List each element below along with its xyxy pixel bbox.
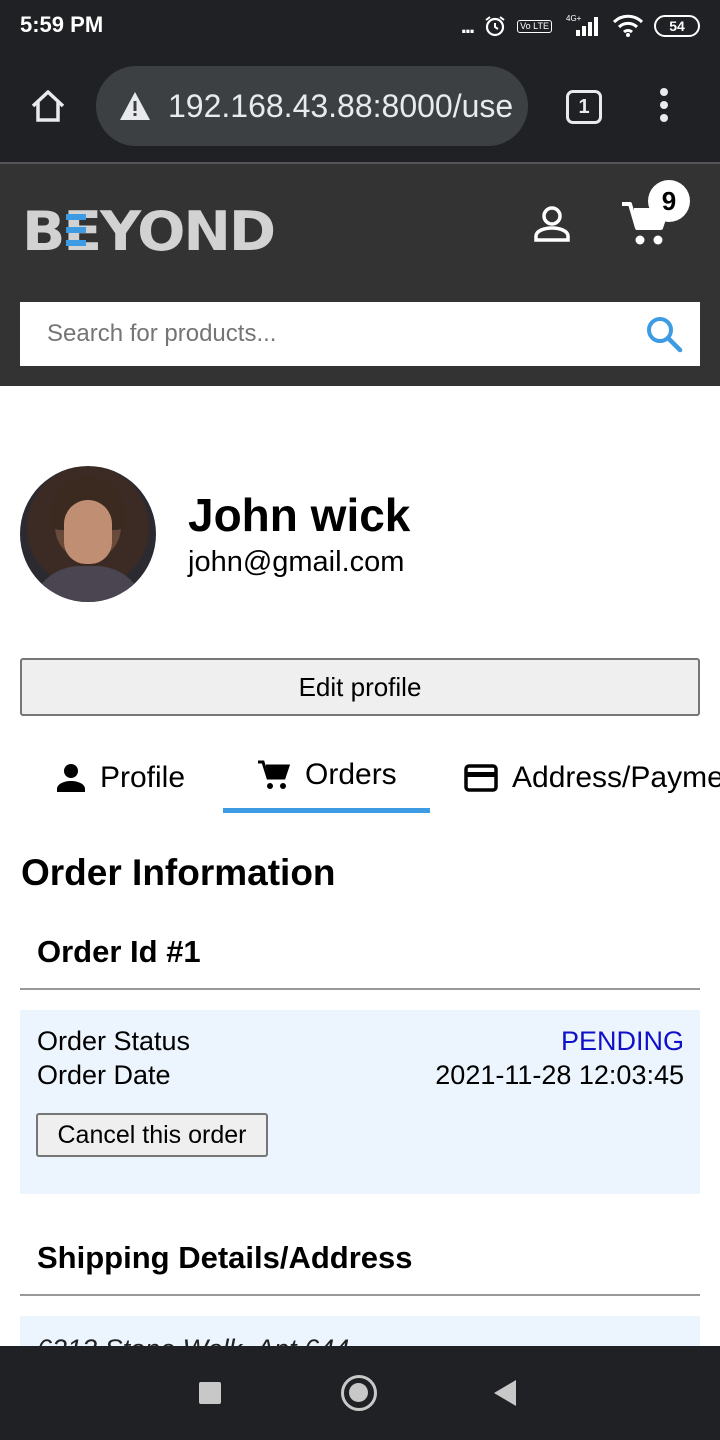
order-id-label: Order Id #1 xyxy=(37,934,201,969)
back-button[interactable] xyxy=(494,1380,516,1406)
shipping-title: Shipping Details/Address xyxy=(37,1240,413,1275)
url-text[interactable]: 192.168.43.88:8000/use xyxy=(168,88,512,125)
logo-text: BEYOND xyxy=(22,200,274,260)
profile-name: John wick xyxy=(188,489,411,541)
notification-dots: ... xyxy=(460,13,475,38)
network-type: 4G+ xyxy=(566,14,582,23)
avatar xyxy=(20,466,156,602)
account-icon[interactable] xyxy=(532,204,572,244)
home-button[interactable] xyxy=(341,1375,377,1411)
wifi-icon xyxy=(612,14,644,37)
recents-button[interactable] xyxy=(199,1382,221,1404)
edit-profile-button[interactable]: Edit profile xyxy=(20,658,700,716)
cart-count-badge[interactable]: 9 xyxy=(648,180,690,222)
site-header: BEYOND 9 xyxy=(0,162,720,386)
status-bar: 5:59 PM ... Vo LTE 4G+ 54 xyxy=(0,0,720,52)
cart-icon xyxy=(258,760,291,789)
home-icon[interactable] xyxy=(28,86,68,126)
not-secure-warning-icon[interactable] xyxy=(118,90,152,122)
credit-card-icon xyxy=(464,764,498,792)
url-bar[interactable]: 192.168.43.88:8000/use xyxy=(96,66,528,146)
overflow-menu-icon[interactable] xyxy=(654,88,674,128)
order-date-label: Order Date xyxy=(37,1060,171,1090)
alarm-icon xyxy=(485,16,505,37)
system-navigation-bar xyxy=(0,1346,720,1440)
battery-indicator: 54 xyxy=(654,15,700,37)
person-icon xyxy=(57,764,85,792)
volte-icon: Vo LTE xyxy=(517,19,552,33)
shipping-heading: Shipping Details/Address xyxy=(20,1240,700,1296)
brand-logo[interactable]: BEYOND xyxy=(22,200,278,260)
cancel-order-button[interactable]: Cancel this order xyxy=(36,1113,268,1157)
search-icon[interactable] xyxy=(644,314,684,354)
browser-toolbar: 192.168.43.88:8000/use 1 xyxy=(0,52,720,162)
tab-profile-label: Profile xyxy=(100,761,186,794)
profile-tabs: Profile Orders Address/Payment xyxy=(0,736,720,820)
order-status-label: Order Status xyxy=(37,1026,191,1056)
tab-address-payment[interactable]: Address/Payment xyxy=(464,736,720,820)
order-information-title: Order Information xyxy=(21,852,336,893)
tab-profile[interactable]: Profile xyxy=(56,736,185,820)
tab-orders-label: Orders xyxy=(305,758,397,791)
search-input[interactable] xyxy=(20,302,620,366)
tab-orders[interactable]: Orders xyxy=(223,736,430,817)
shipping-address-text: 6213 Stone Walk, Apt 644 xyxy=(37,1334,349,1346)
profile-email: john@gmail.com xyxy=(188,546,405,578)
order-details-panel: Order Status PENDING Order Date 2021-11-… xyxy=(20,1010,700,1194)
signal-icon: 4G+ xyxy=(566,14,598,36)
status-icons: ... Vo LTE 4G+ 54 xyxy=(461,12,700,40)
order-status-value: PENDING xyxy=(560,1026,684,1056)
order-date-value: 2021-11-28 12:03:45 xyxy=(435,1060,684,1090)
tab-address-payment-label: Address/Payment xyxy=(512,761,720,794)
status-time: 5:59 PM xyxy=(20,12,104,37)
order-id-heading: Order Id #1 xyxy=(20,934,700,990)
search-bar xyxy=(20,302,700,366)
shipping-address-panel: 6213 Stone Walk, Apt 644 xyxy=(20,1316,700,1346)
tab-switcher-button[interactable]: 1 xyxy=(566,90,602,124)
